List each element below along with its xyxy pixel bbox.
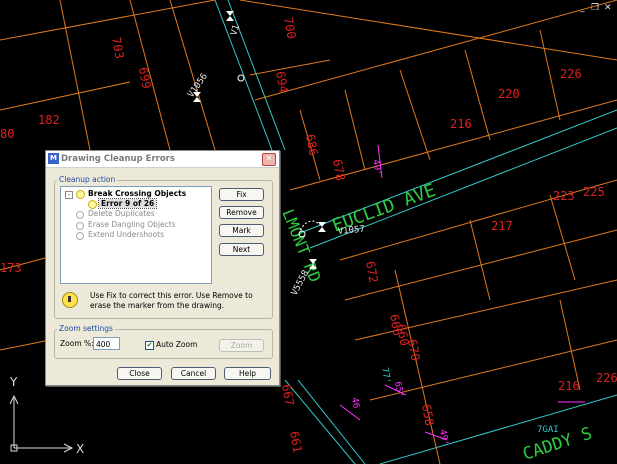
parcel-label: 220 [498, 87, 520, 101]
parcel-label: 226 [560, 67, 582, 81]
dim-label: 49' [370, 159, 383, 177]
zoom-button[interactable]: Zoom [219, 339, 264, 352]
remove-button[interactable]: Remove [219, 206, 264, 219]
next-button[interactable]: Next [219, 243, 264, 256]
parcel-label: 216 [450, 117, 472, 131]
dim-label: 77' [379, 367, 392, 385]
parcel-label: 658 [419, 403, 437, 427]
help-message: Use Fix to correct this error. Use Remov… [90, 291, 253, 310]
zoom-settings-label: Zoom settings [57, 324, 115, 333]
ucs-icon: Y X [9, 376, 84, 456]
hint-icon [62, 292, 78, 308]
dim-label: 49' [437, 429, 450, 447]
radio-icon [76, 232, 84, 240]
radio-icon [76, 211, 84, 219]
parcel-label: 182 [38, 113, 60, 127]
error-counter: Error 9 of 26 [97, 198, 158, 209]
parcel-label: 694 [273, 70, 291, 94]
parcel-label: 700 [281, 16, 299, 40]
close-icon: ✕ [265, 154, 273, 164]
tree-item-delete-duplicates[interactable]: Delete Duplicates [88, 209, 155, 218]
parcel-label: 216 [558, 379, 580, 393]
auto-zoom-label[interactable]: Auto Zoom [156, 340, 197, 349]
restore-icon[interactable]: ❐ [591, 3, 599, 13]
lightbulb-icon [88, 200, 97, 209]
dialog-close-button[interactable]: ✕ [262, 153, 276, 166]
zoom-percent-input[interactable]: 400 [93, 337, 120, 350]
zoom-percent-label: Zoom %: [60, 339, 94, 348]
parcel-label: 225 [583, 185, 605, 199]
parcel-label: 217 [491, 219, 513, 233]
help-button[interactable]: Help [224, 367, 271, 380]
node-label: V1 [229, 24, 242, 37]
ucs-x-label: X [76, 442, 84, 456]
auto-zoom-checkbox[interactable]: ✔ [145, 341, 154, 350]
parcel-label: 173 [0, 261, 22, 275]
lightbulb-icon [76, 190, 85, 199]
tree-item-break-crossing[interactable]: Break Crossing Objects [88, 189, 186, 198]
parcel-label: 686 [303, 133, 321, 157]
parcel-label: 667 [279, 383, 297, 407]
dim-label: 46 [349, 397, 361, 409]
cleanup-tree[interactable]: - Break Crossing Objects Error 9 of 26 D… [60, 186, 212, 284]
close-icon[interactable]: ✕ [604, 3, 612, 13]
parcel-label: 699 [136, 66, 154, 90]
parcel-label: 703 [109, 36, 127, 60]
collapse-icon[interactable]: - [65, 191, 73, 199]
dimension-lines [339, 144, 585, 441]
cancel-button[interactable]: Cancel [171, 367, 216, 380]
junction-node[interactable] [237, 74, 245, 82]
minimize-icon[interactable]: _ [580, 3, 585, 13]
node-label: V1057 [337, 225, 365, 237]
parcel-label: 672 [363, 260, 381, 284]
mark-button[interactable]: Mark [219, 224, 264, 237]
radio-icon [76, 222, 84, 230]
dialog-title: Drawing Cleanup Errors [61, 154, 175, 164]
ucs-y-label: Y [9, 376, 18, 389]
app-icon: M [48, 153, 59, 164]
parcel-label: 661 [287, 430, 305, 454]
parcel-label: 80 [0, 127, 14, 141]
cleanup-action-label: Cleanup action [57, 175, 118, 184]
cleanup-errors-dialog: M Drawing Cleanup Errors ✕ Cleanup actio… [45, 150, 280, 386]
parcel-label: 670 [405, 338, 423, 362]
tree-item-extend-undershoots[interactable]: Extend Undershoots [88, 230, 164, 239]
tree-item-erase-dangling[interactable]: Erase Dangling Objects [88, 220, 176, 229]
fix-button[interactable]: Fix [219, 188, 264, 201]
dialog-titlebar[interactable]: M Drawing Cleanup Errors ✕ [46, 151, 279, 168]
dim-label: 65' [392, 381, 405, 399]
close-button[interactable]: Close [117, 367, 162, 380]
tree-item-error[interactable]: Error 9 of 26 [97, 198, 158, 209]
parcel-label: 226 [596, 371, 617, 385]
parcel-label: 223 [553, 189, 575, 203]
dim-label: 7GAI [537, 425, 559, 435]
